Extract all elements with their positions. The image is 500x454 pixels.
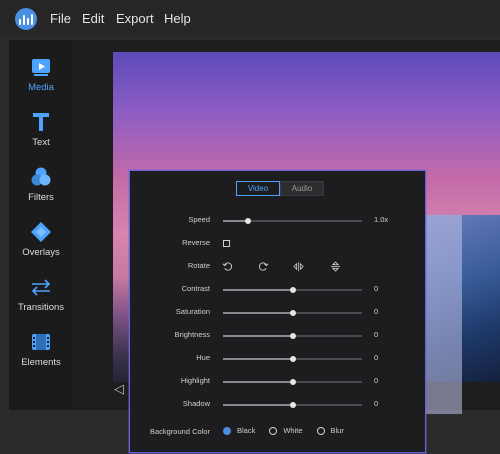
menu-help[interactable]: Help: [164, 11, 191, 26]
filters-icon: [30, 166, 52, 188]
sidebar-item-label: Text: [32, 137, 50, 148]
sidebar-item-transitions[interactable]: Transitions: [9, 268, 73, 323]
speed-value: 1.0x: [374, 215, 389, 224]
brightness-value: 0: [374, 330, 379, 339]
tab-audio[interactable]: Audio: [280, 181, 324, 196]
elements-icon: [30, 331, 52, 353]
media-icon: [30, 56, 52, 78]
background-color-options: Black White Blur: [223, 426, 358, 435]
background-color-row: Background Color Black White Blur: [130, 426, 427, 440]
overlays-icon: [30, 221, 52, 243]
rotate-right-icon[interactable]: [258, 261, 269, 272]
brightness-slider-thumb[interactable]: [289, 333, 296, 339]
shadow-label: Shadow: [182, 399, 210, 408]
speed-label: Speed: [188, 215, 210, 224]
hue-slider[interactable]: [223, 356, 362, 362]
text-icon: [30, 111, 52, 133]
sidebar-item-label: Filters: [28, 192, 54, 203]
brightness-label: Brightness: [174, 330, 210, 339]
flip-vertical-icon[interactable]: [330, 261, 341, 272]
brightness-row: Brightness 0: [130, 329, 427, 343]
saturation-slider-thumb[interactable]: [289, 310, 296, 316]
radio-label: Black: [237, 426, 256, 435]
contrast-label: Contrast: [181, 284, 210, 293]
saturation-label: Saturation: [175, 307, 210, 316]
reverse-checkbox[interactable]: [223, 240, 230, 247]
highlight-slider[interactable]: [223, 379, 362, 385]
rotate-label: Rotate: [187, 261, 210, 270]
highlight-row: Highlight 0: [130, 375, 427, 389]
hue-row: Hue 0: [130, 352, 427, 366]
contrast-slider[interactable]: [223, 287, 362, 293]
crop-overlay: [425, 215, 462, 415]
radio-dot: [269, 426, 278, 435]
shadow-row: Shadow 0: [130, 398, 427, 412]
sidebar-item-media[interactable]: Media: [9, 48, 73, 103]
brightness-slider[interactable]: [223, 333, 362, 339]
background-black-radio[interactable]: Black: [223, 426, 255, 435]
sidebar: Media Text Filters Overlays Transitions …: [9, 40, 73, 410]
menu-edit[interactable]: Edit: [82, 11, 104, 26]
speed-slider-thumb[interactable]: [245, 218, 252, 224]
sidebar-item-overlays[interactable]: Overlays: [9, 213, 73, 268]
saturation-value: 0: [374, 307, 379, 316]
contrast-row: Contrast 0: [130, 283, 427, 297]
speed-row: Speed 1.0x: [130, 214, 427, 228]
highlight-slider-thumb[interactable]: [289, 379, 296, 385]
hue-slider-thumb[interactable]: [289, 356, 296, 362]
shadow-slider[interactable]: [223, 402, 362, 408]
radio-dot: [316, 426, 325, 435]
radio-dot: [223, 426, 231, 435]
reverse-row: Reverse: [130, 237, 427, 251]
reverse-label: Reverse: [182, 238, 210, 247]
sidebar-item-label: Overlays: [22, 247, 60, 258]
flip-horizontal-icon[interactable]: [293, 261, 304, 272]
transitions-icon: [30, 276, 52, 298]
hue-label: Hue: [196, 353, 210, 362]
tab-video[interactable]: Video: [236, 181, 280, 196]
sidebar-item-label: Media: [28, 82, 54, 93]
sidebar-item-text[interactable]: Text: [9, 103, 73, 158]
background-blur-radio[interactable]: Blur: [316, 426, 344, 435]
speed-slider[interactable]: [223, 218, 362, 224]
app-logo-icon: [15, 8, 37, 30]
panel-tabs: Video Audio: [236, 181, 324, 196]
sidebar-item-filters[interactable]: Filters: [9, 158, 73, 213]
background-white-radio[interactable]: White: [269, 426, 303, 435]
rotate-row: Rotate: [130, 260, 427, 274]
sidebar-item-elements[interactable]: Elements: [9, 323, 73, 378]
menu-file[interactable]: File: [50, 11, 71, 26]
highlight-value: 0: [374, 376, 379, 385]
menu-bar: File Edit Export Help: [0, 0, 500, 37]
radio-label: White: [283, 426, 303, 435]
adjust-panel: Video Audio Speed 1.0x Reverse Rotate Co…: [129, 170, 426, 453]
play-icon[interactable]: ◁: [114, 381, 124, 397]
rotate-left-icon[interactable]: [222, 261, 233, 272]
contrast-slider-thumb[interactable]: [289, 287, 296, 293]
radio-label: Blur: [330, 426, 344, 435]
shadow-value: 0: [374, 399, 379, 408]
saturation-slider[interactable]: [223, 310, 362, 316]
sidebar-item-label: Elements: [21, 357, 61, 368]
shadow-slider-thumb[interactable]: [289, 402, 296, 408]
highlight-label: Highlight: [180, 376, 210, 385]
menu-export[interactable]: Export: [116, 11, 154, 26]
saturation-row: Saturation 0: [130, 306, 427, 320]
contrast-value: 0: [374, 284, 379, 293]
hue-value: 0: [374, 353, 379, 362]
background-color-label: Background Color: [149, 427, 210, 436]
sidebar-item-label: Transitions: [17, 302, 65, 313]
